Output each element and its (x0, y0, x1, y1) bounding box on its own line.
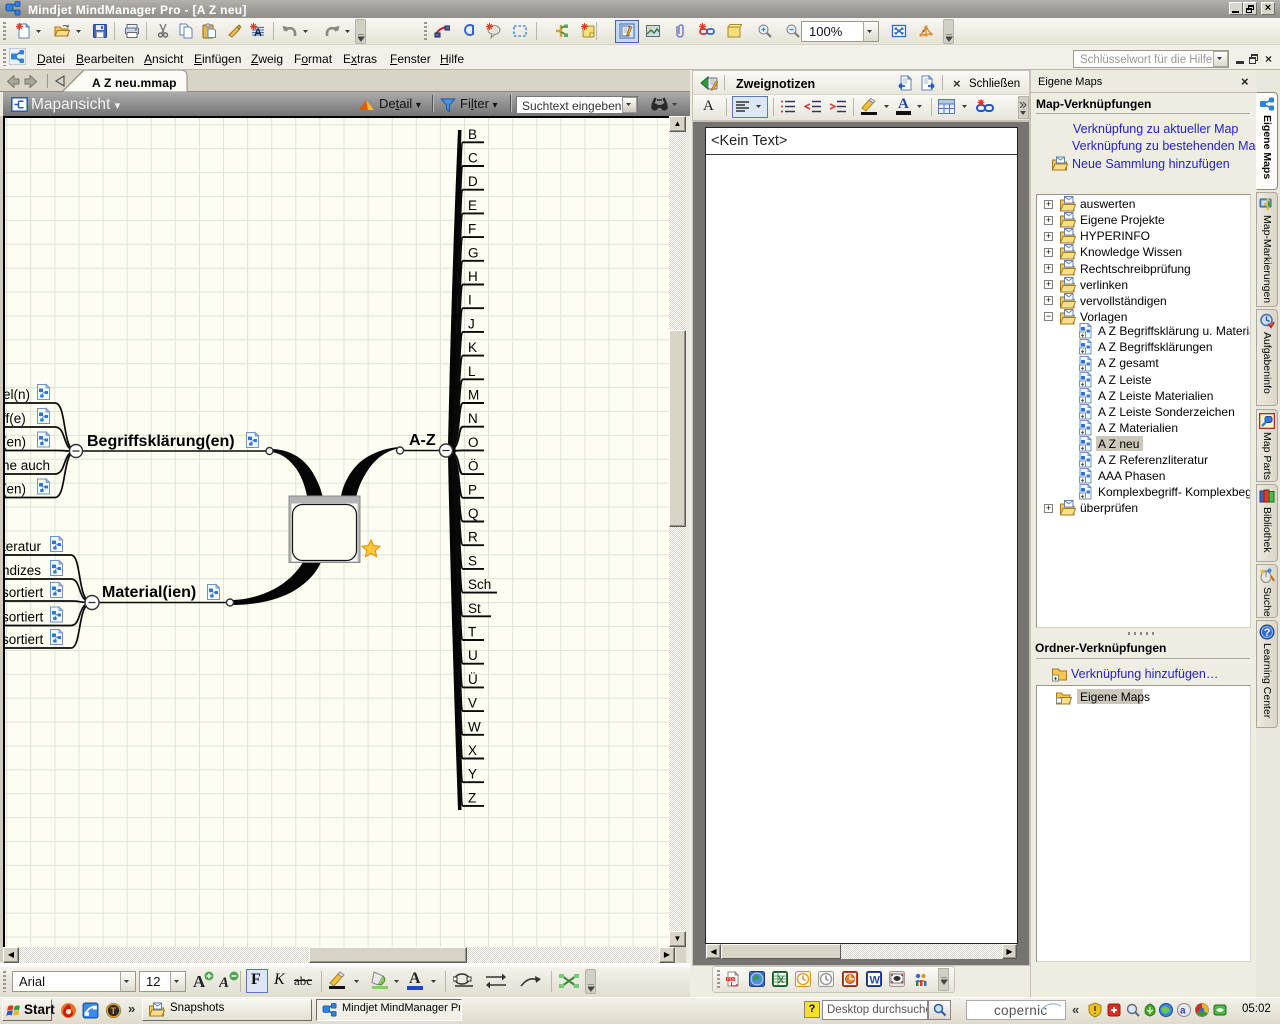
svg-text:A: A (193, 972, 206, 991)
svg-text:M: M (468, 388, 479, 403)
svg-text:(en): (en) (5, 482, 26, 497)
svg-text:D: D (468, 174, 478, 189)
svg-text:X: X (468, 743, 477, 758)
svg-text:H: H (468, 269, 478, 284)
svg-text:ff(e): ff(e) (5, 411, 26, 426)
svg-text:A: A (219, 975, 229, 991)
svg-text:ndizes: ndizes (5, 563, 41, 578)
svg-text:U: U (468, 648, 478, 663)
svg-text:N: N (468, 411, 478, 426)
svg-text:I: I (468, 293, 472, 308)
svg-text:O: O (468, 435, 479, 450)
svg-text:PDF: PDF (727, 977, 736, 982)
svg-text:A-Z: A-Z (409, 432, 436, 449)
svg-text:T: T (468, 625, 476, 640)
svg-text:E: E (468, 198, 477, 213)
svg-text:Sch: Sch (468, 577, 491, 592)
svg-text:C: C (468, 151, 478, 166)
svg-text:Y: Y (468, 767, 477, 782)
svg-text:R: R (468, 530, 478, 545)
svg-text:P: P (468, 482, 477, 497)
svg-text:sortiert: sortiert (5, 585, 44, 600)
svg-text:L: L (468, 364, 476, 379)
svg-text:K: K (468, 340, 477, 355)
svg-text:W: W (870, 975, 881, 987)
svg-text:el(n): el(n) (5, 387, 30, 402)
svg-text:Begriffsklärung(en): Begriffsklärung(en) (87, 433, 235, 450)
svg-text:Ü: Ü (468, 672, 478, 687)
svg-text:V: V (468, 696, 477, 711)
svg-text:sortiert: sortiert (5, 610, 44, 625)
svg-text:T: T (110, 1006, 116, 1017)
svg-text:teratur: teratur (5, 539, 42, 554)
svg-text:sortiert: sortiert (5, 632, 44, 647)
svg-text:(en): (en) (5, 435, 26, 450)
svg-text:a: a (1180, 1006, 1186, 1017)
svg-text:W: W (468, 719, 481, 734)
svg-text:he auch: he auch (5, 458, 50, 473)
svg-text:S: S (468, 553, 477, 568)
svg-text:Z: Z (468, 790, 476, 805)
svg-text:Ö: Ö (468, 459, 479, 474)
svg-text:Q: Q (468, 506, 479, 521)
svg-text:X: X (778, 975, 784, 985)
svg-text:G: G (468, 245, 479, 260)
svg-text:B: B (468, 127, 477, 142)
svg-text:St: St (468, 601, 481, 616)
svg-text:Material(ien): Material(ien) (102, 584, 196, 601)
svg-text:?: ? (1264, 627, 1271, 639)
svg-text:J: J (468, 316, 475, 331)
svg-text:F: F (468, 222, 476, 237)
